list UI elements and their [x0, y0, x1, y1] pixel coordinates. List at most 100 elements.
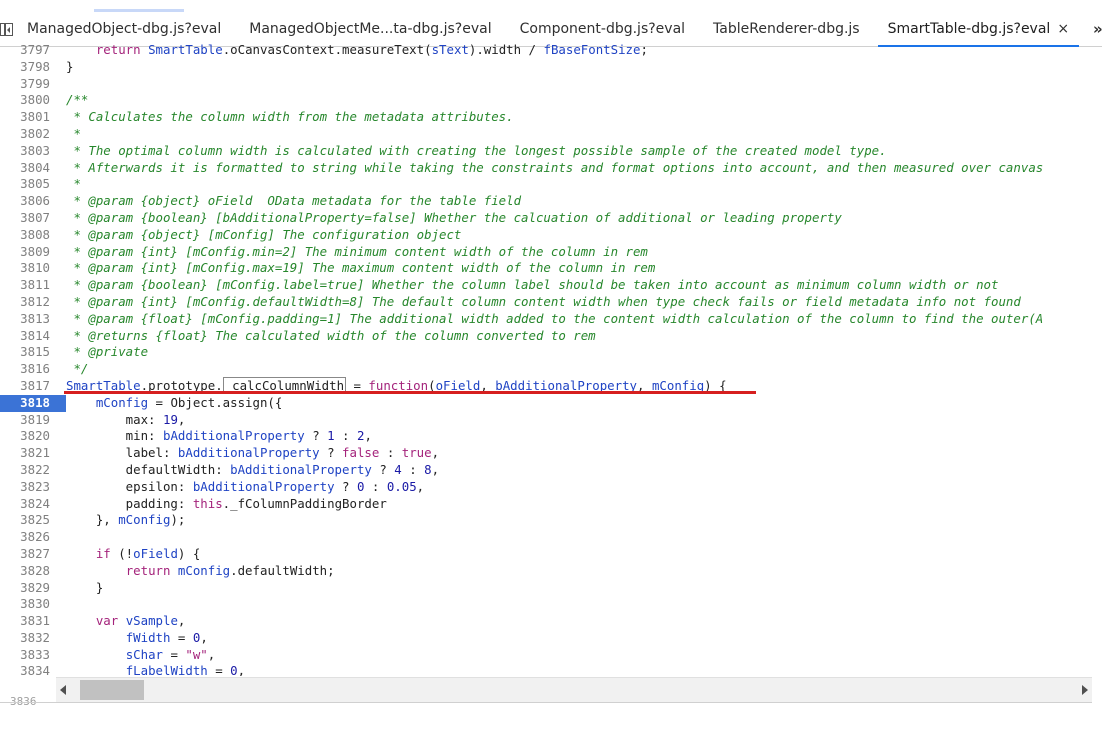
code-text: * The optimal column width is calculated…	[66, 142, 887, 158]
code-line[interactable]: 3812 * @param {int} [mConfig.defaultWidt…	[0, 294, 1092, 311]
tab-managedobjectmetadata[interactable]: ManagedObjectMe...ta-dbg.js?eval	[235, 12, 505, 46]
line-number[interactable]: 3828	[0, 563, 66, 580]
line-number[interactable]: 3826	[0, 529, 66, 546]
tab-label: Component-dbg.js?eval	[519, 21, 686, 37]
line-number[interactable]: 3806	[0, 193, 66, 210]
code-text: * @param {object} oField OData metadata …	[66, 193, 522, 209]
line-number[interactable]: 3817	[0, 378, 66, 395]
line-number[interactable]: 3814	[0, 328, 66, 345]
line-number[interactable]: 3827	[0, 546, 66, 563]
code-line[interactable]: 3802 *	[0, 126, 1092, 143]
code-line[interactable]: 3831 var vSample,	[0, 613, 1092, 630]
code-line[interactable]: 3803 * The optimal column width is calcu…	[0, 143, 1092, 160]
code-line[interactable]: 3823 epsilon: bAdditionalProperty ? 0 : …	[0, 479, 1092, 496]
code-line[interactable]: 3807 * @param {boolean} [bAdditionalProp…	[0, 210, 1092, 227]
code-line[interactable]: 3804 * Afterwards it is formatted to str…	[0, 160, 1092, 177]
code-line[interactable]: 3821 label: bAdditionalProperty ? false …	[0, 445, 1092, 462]
line-number[interactable]: 3801	[0, 109, 66, 126]
line-number[interactable]: 3831	[0, 613, 66, 630]
line-number[interactable]: 3834	[0, 663, 66, 676]
code-text: return SmartTable.oCanvasContext.measure…	[95, 42, 648, 57]
line-number[interactable]: 3805	[0, 176, 66, 193]
code-line[interactable]: 3826	[0, 529, 1092, 546]
line-number[interactable]: 3797	[0, 42, 66, 59]
code-line[interactable]: 3824 padding: this._fColumnPaddingBorder	[0, 496, 1092, 513]
arrow-left-icon[interactable]	[60, 685, 66, 695]
close-icon[interactable]: ×	[1057, 21, 1069, 37]
code-text: if (!oField) {	[95, 545, 201, 561]
code-line[interactable]: 3809 * @param {int} [mConfig.min=2] The …	[0, 244, 1092, 261]
code-line[interactable]: 3822 defaultWidth: bAdditionalProperty ?…	[0, 462, 1092, 479]
code-line[interactable]: 3806 * @param {object} oField OData meta…	[0, 193, 1092, 210]
tab-label: TableRenderer-dbg.js	[713, 21, 860, 37]
line-number[interactable]: 3829	[0, 580, 66, 597]
line-number[interactable]: 3809	[0, 244, 66, 261]
code-line[interactable]: 3830	[0, 596, 1092, 613]
line-number[interactable]: 3811	[0, 277, 66, 294]
line-number[interactable]: 3815	[0, 344, 66, 361]
line-number[interactable]: 3819	[0, 412, 66, 429]
code-line[interactable]: 3818 mConfig = Object.assign({	[0, 394, 1092, 412]
arrow-right-icon[interactable]	[1082, 685, 1088, 695]
code-line[interactable]: 3805 *	[0, 176, 1092, 193]
line-number[interactable]: 3832	[0, 630, 66, 647]
line-number[interactable]: 3798	[0, 59, 66, 76]
code-line[interactable]: 3808 * @param {object} [mConfig] The con…	[0, 227, 1092, 244]
line-number[interactable]: 3808	[0, 227, 66, 244]
code-line[interactable]: 3798}	[0, 59, 1092, 76]
line-number[interactable]: 3807	[0, 210, 66, 227]
line-number[interactable]: 3803	[0, 143, 66, 160]
code-line[interactable]: 3834 fLabelWidth = 0,	[0, 663, 1092, 676]
line-number[interactable]: 3830	[0, 596, 66, 613]
tab-managedobject[interactable]: ManagedObject-dbg.js?eval	[13, 12, 235, 46]
line-number[interactable]: 3820	[0, 428, 66, 445]
line-number[interactable]: 3813	[0, 311, 66, 328]
horizontal-scrollbar[interactable]	[56, 677, 1092, 702]
tab-tablerenderer[interactable]: TableRenderer-dbg.js	[699, 12, 874, 46]
code-line[interactable]: 3810 * @param {int} [mConfig.max=19] The…	[0, 260, 1092, 277]
sidebar-toggle-icon[interactable]	[0, 12, 13, 46]
code-line[interactable]: 3797 return SmartTable.oCanvasContext.me…	[0, 42, 1092, 59]
chevron-double-right-icon[interactable]: »	[1083, 12, 1102, 46]
code-line[interactable]: 3828 return mConfig.defaultWidth;	[0, 563, 1092, 580]
code-line[interactable]: 3819 max: 19,	[0, 412, 1092, 429]
code-line[interactable]: 3829 }	[0, 580, 1092, 597]
code-line[interactable]: 3820 min: bAdditionalProperty ? 1 : 2,	[0, 428, 1092, 445]
code-text: * Calculates the column width from the m…	[66, 109, 514, 125]
line-number[interactable]: 3833	[0, 647, 66, 664]
code-line[interactable]: 3816 */	[0, 361, 1092, 378]
line-number[interactable]: 3810	[0, 260, 66, 277]
code-line[interactable]: 3799	[0, 76, 1092, 93]
code-line[interactable]: 3832 fWidth = 0,	[0, 630, 1092, 647]
code-line[interactable]: 3825 }, mConfig);	[0, 512, 1092, 529]
code-line[interactable]: 3814 * @returns {float} The calculated w…	[0, 328, 1092, 345]
code-line[interactable]: 3833 sChar = "w",	[0, 647, 1092, 664]
line-number[interactable]: 3822	[0, 462, 66, 479]
gutter-tail: 3836	[0, 677, 56, 708]
divider	[0, 702, 1092, 703]
line-number[interactable]: 3824	[0, 496, 66, 513]
code-line[interactable]: 3815 * @private	[0, 344, 1092, 361]
line-number[interactable]: 3825	[0, 512, 66, 529]
code-line[interactable]: 3827 if (!oField) {	[0, 546, 1092, 563]
code-line[interactable]: 3801 * Calculates the column width from …	[0, 109, 1092, 126]
tab-smarttable[interactable]: SmartTable-dbg.js?eval ×	[874, 12, 1083, 47]
line-number[interactable]: 3823	[0, 479, 66, 496]
scrollbar-thumb[interactable]	[80, 680, 144, 700]
code-editor[interactable]: 3797 return SmartTable.oCanvasContext.me…	[0, 42, 1092, 676]
line-number[interactable]: 3799	[0, 76, 66, 93]
line-number[interactable]: 3816	[0, 361, 66, 378]
code-line[interactable]: 3813 * @param {float} [mConfig.padding=1…	[0, 311, 1092, 328]
code-text: * @param {int} [mConfig.defaultWidth=8] …	[66, 293, 1021, 309]
line-number[interactable]: 3804	[0, 160, 66, 177]
line-number[interactable]: 3812	[0, 294, 66, 311]
code-line[interactable]: 3811 * @param {boolean} [mConfig.label=t…	[0, 277, 1092, 294]
line-number[interactable]: 3802	[0, 126, 66, 143]
line-number[interactable]: 3800	[0, 92, 66, 109]
code-text: * Afterwards it is formatted to string w…	[66, 159, 1044, 175]
code-line[interactable]: 3800/**	[0, 92, 1092, 109]
code-text: *	[66, 176, 81, 192]
line-number[interactable]: 3818	[0, 394, 66, 412]
line-number[interactable]: 3821	[0, 445, 66, 462]
tab-component[interactable]: Component-dbg.js?eval	[506, 12, 699, 46]
